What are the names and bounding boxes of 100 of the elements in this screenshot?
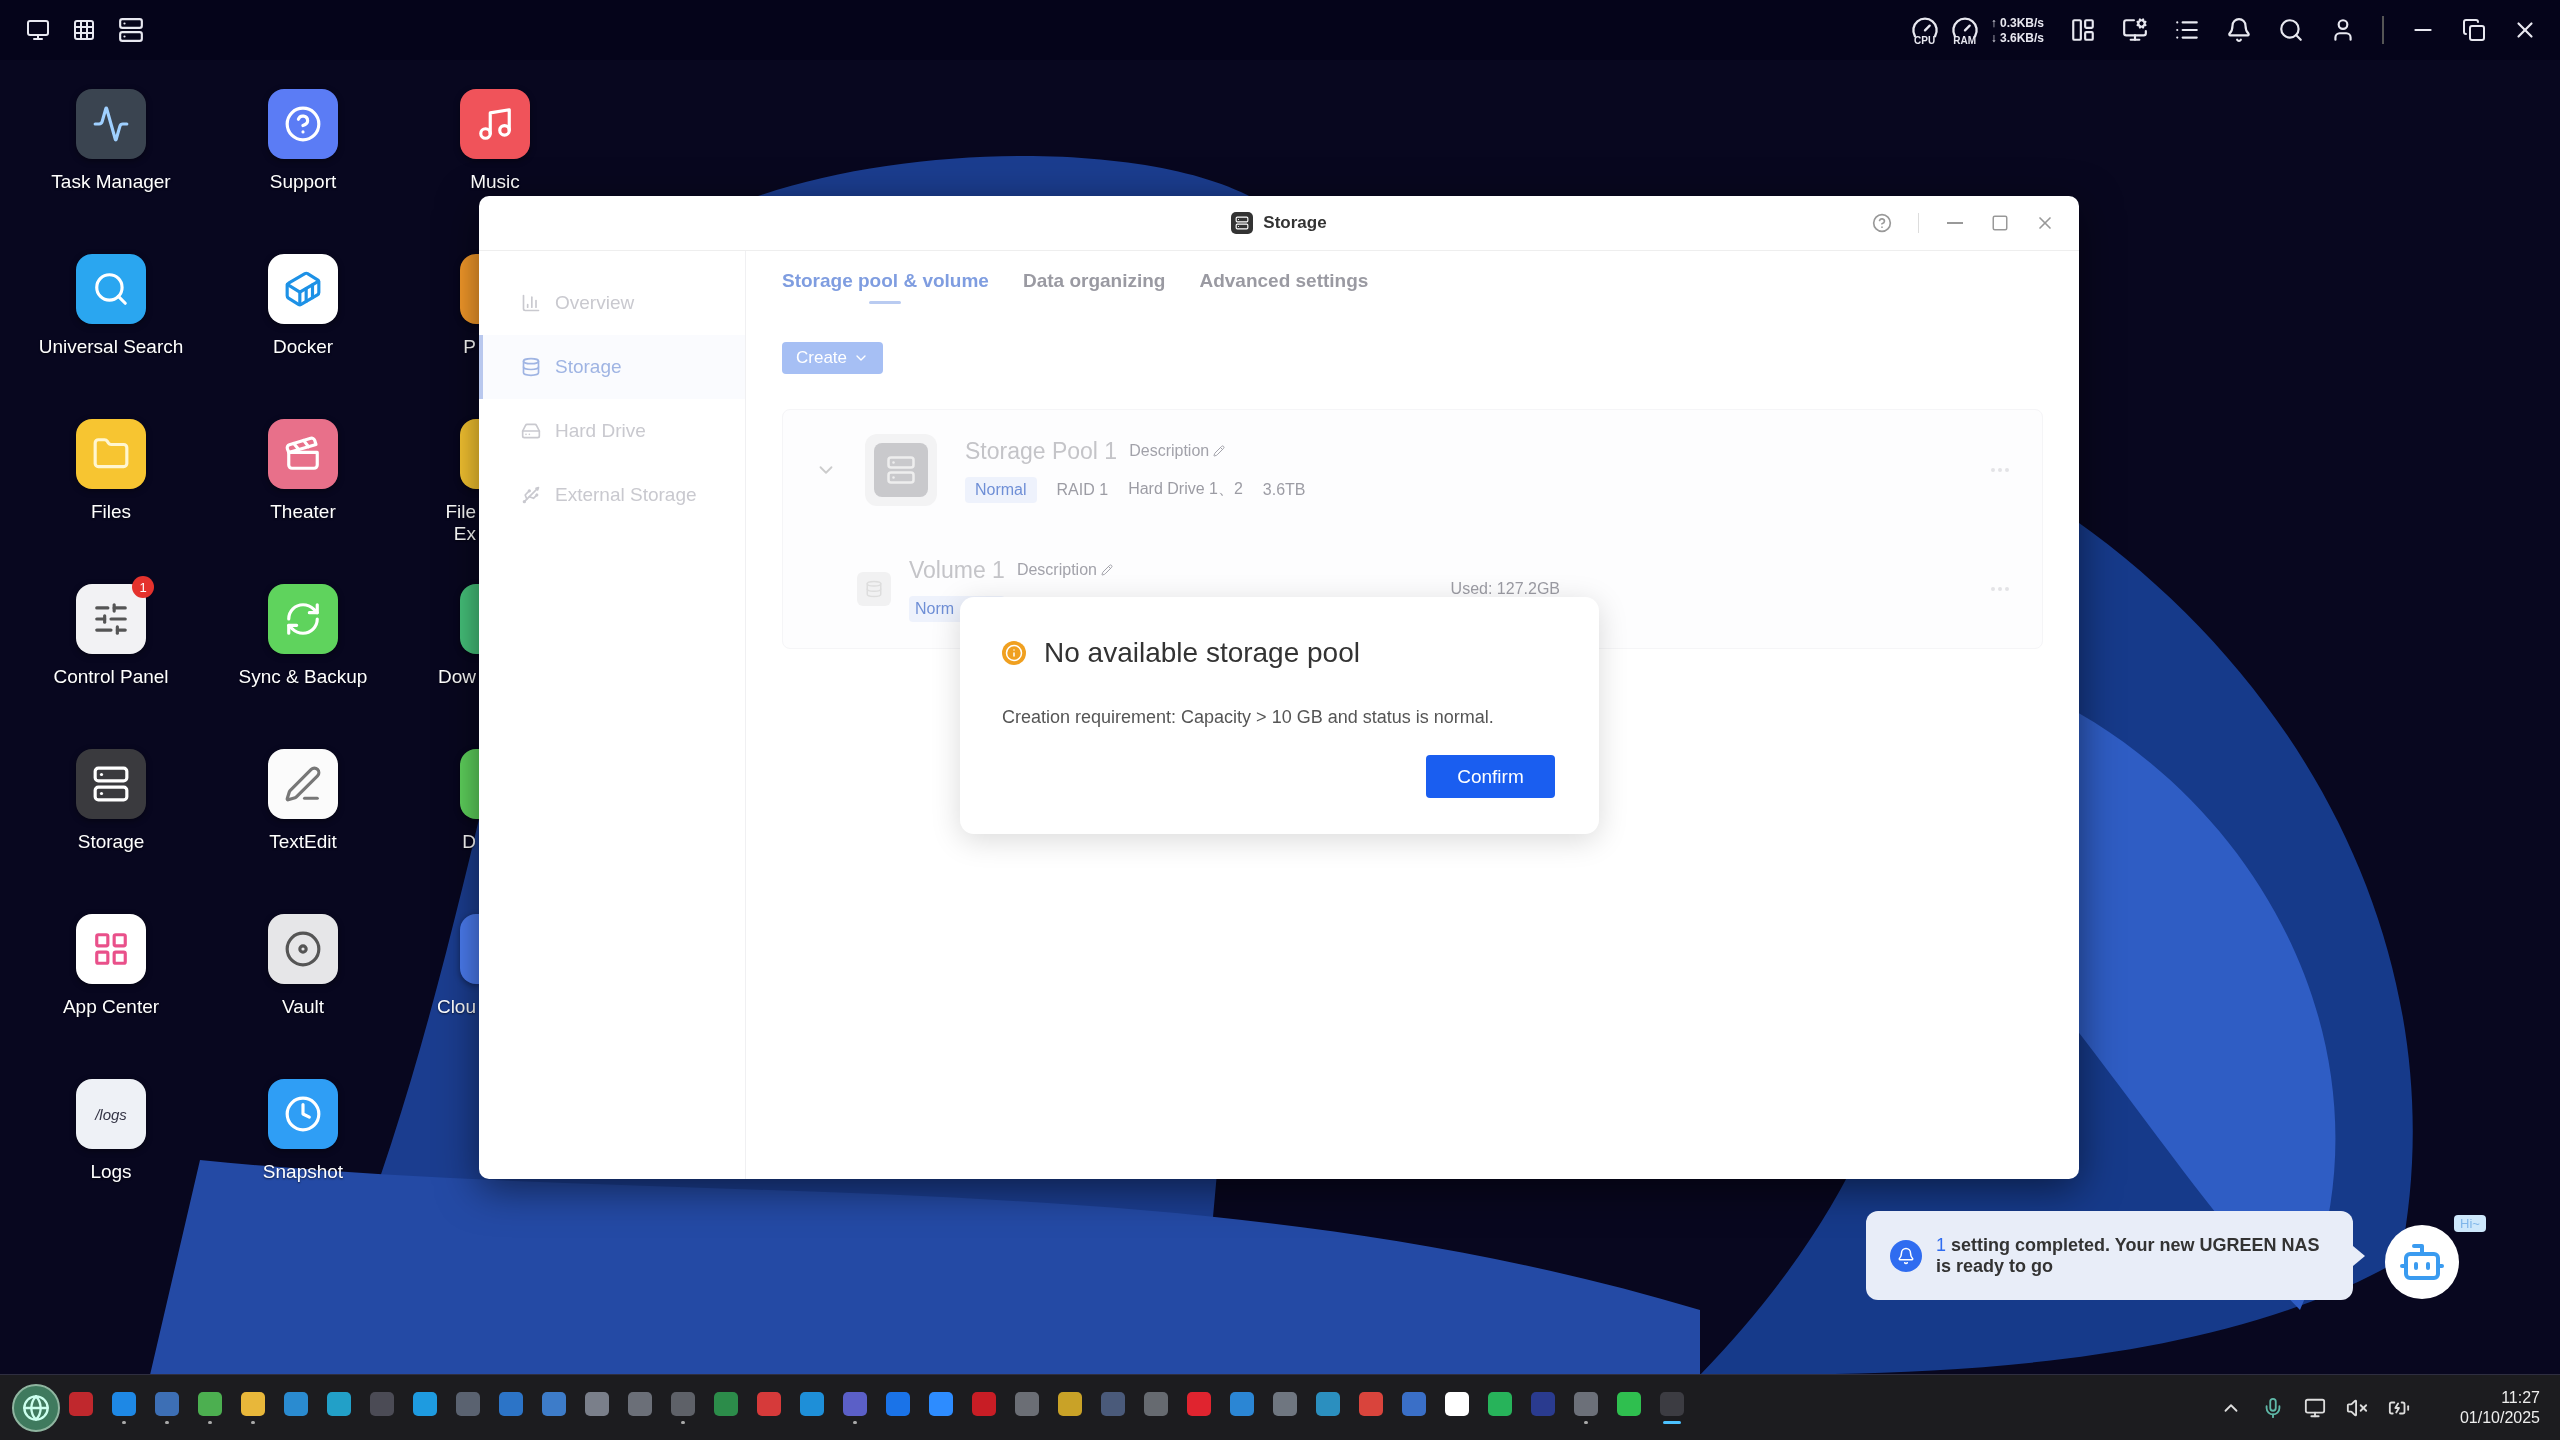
confirm-button[interactable]: Confirm — [1426, 755, 1555, 798]
desktop-icon-label[interactable]: Sync & Backup — [238, 666, 368, 688]
database-icon — [521, 357, 541, 377]
app-tile[interactable] — [460, 914, 479, 984]
sidebar-label: Storage — [555, 356, 622, 378]
app-tile[interactable] — [268, 749, 338, 819]
search-icon[interactable] — [2278, 17, 2304, 43]
desktop-icon-label[interactable]: Universal Search — [38, 336, 184, 358]
info-icon — [1002, 641, 1026, 665]
sync-icon — [284, 600, 322, 638]
raid-level: RAID 1 — [1056, 480, 1109, 499]
used-space: Used: 127.2GB — [1450, 580, 1560, 598]
monitor-icon[interactable] — [2122, 17, 2148, 43]
app-tile[interactable] — [460, 749, 479, 819]
pencil-icon — [1213, 445, 1226, 457]
app-tile[interactable] — [460, 89, 530, 159]
volume-name: Volume 1 — [909, 556, 1005, 584]
app-tile[interactable] — [460, 419, 479, 489]
app-grid-icon[interactable] — [72, 18, 96, 42]
app-tile[interactable] — [268, 1079, 338, 1149]
desktop-icon-label[interactable]: App Center — [62, 996, 160, 1018]
clock-date[interactable]: 01/10/2025 — [2459, 1408, 2540, 1427]
app-tile[interactable] — [268, 419, 338, 489]
server-icon[interactable] — [118, 17, 144, 43]
bell-icon[interactable] — [2226, 17, 2252, 43]
desktop-icon-label[interactable]: Theater — [270, 501, 336, 523]
app-tile[interactable] — [76, 914, 146, 984]
app-tile[interactable] — [460, 584, 479, 654]
app-tile[interactable]: /logs — [76, 1079, 146, 1149]
globe-icon — [22, 1393, 50, 1422]
cpu-label: CPU — [1914, 36, 1936, 46]
app-tile[interactable] — [76, 89, 146, 159]
app-tile[interactable] — [76, 254, 146, 324]
desktop-icon-label[interactable]: Storage — [77, 831, 145, 853]
network-icon[interactable] — [2303, 1396, 2326, 1419]
desktop-icon-label[interactable]: Support — [269, 171, 337, 193]
capacity: 3.6TB — [1262, 480, 1306, 499]
maximize-icon — [1991, 214, 2009, 232]
server-icon — [92, 765, 130, 803]
pencil-icon — [1100, 564, 1113, 576]
desktop-icon-label[interactable]: P — [431, 336, 476, 358]
drive-list: Hard Drive 1、2 — [1128, 479, 1243, 500]
desktop-icon-label[interactable]: File Ex — [431, 501, 476, 545]
app-tile[interactable] — [76, 749, 146, 819]
notification-bubble[interactable]: 1 setting completed. Your new UGREEN NAS is ready to go — [1866, 1211, 2353, 1300]
app-tile[interactable] — [268, 89, 338, 159]
desktop-icon-label[interactable]: Task Manager — [51, 171, 171, 193]
pen-icon — [284, 765, 322, 803]
music-note-icon — [476, 105, 514, 143]
chart-icon — [521, 293, 541, 313]
status-tag: Normal — [965, 476, 1037, 503]
desktop-icon-label[interactable]: Docker — [272, 336, 334, 358]
hard-drive-icon — [521, 421, 541, 441]
start-button[interactable] — [12, 1383, 60, 1432]
notification-text: 1 setting completed. Your new UGREEN NAS is ready to go — [1936, 1234, 2321, 1277]
tile-text: /logs — [95, 1105, 127, 1123]
maximize-button[interactable] — [1991, 214, 2009, 232]
desktop-icon-label[interactable]: Logs — [90, 1161, 132, 1183]
clock-time[interactable]: 11:27 — [2501, 1388, 2540, 1407]
desktop-icon-label[interactable]: Control Panel — [53, 666, 169, 688]
help-button[interactable] — [1872, 213, 1892, 233]
search-icon — [92, 270, 130, 308]
app-tile[interactable] — [268, 254, 338, 324]
server-icon — [865, 434, 937, 506]
greeting-bubble: Hi~ — [2454, 1215, 2486, 1232]
dialog-title: No available storage pool — [1044, 637, 1360, 669]
usb-icon — [521, 485, 541, 505]
desktop-icon-label[interactable]: TextEdit — [269, 831, 337, 853]
app-tile[interactable] — [460, 254, 479, 324]
app-tile[interactable] — [76, 584, 146, 654]
sliders-icon — [92, 600, 130, 638]
desktop-icon-label[interactable]: Vault — [282, 996, 324, 1018]
clapperboard-icon — [284, 435, 322, 473]
layout-icon[interactable] — [2070, 17, 2096, 43]
desktop-icon[interactable] — [26, 18, 50, 42]
bubble-tail — [2353, 1246, 2365, 1266]
app-tile[interactable] — [268, 914, 338, 984]
window-title: Storage — [1263, 213, 1327, 233]
app-tile[interactable] — [76, 419, 146, 489]
desktop-icon-label[interactable]: Music — [470, 171, 520, 193]
help-icon — [284, 105, 322, 143]
server-icon — [1231, 212, 1254, 234]
desktop-icon-label[interactable]: Dow — [431, 666, 476, 688]
restore-icon[interactable] — [2462, 18, 2486, 42]
desktop-icon-label[interactable]: D — [431, 831, 476, 853]
help-icon — [1872, 213, 1892, 233]
download-speed: ↓ 3.6KB/s — [1990, 30, 2044, 45]
upload-speed: ↑ 0.3KB/s — [1990, 15, 2044, 30]
bell-icon — [1890, 1239, 1922, 1272]
volume-icon — [857, 572, 891, 606]
clock-icon — [284, 1095, 322, 1133]
dialog-message: Creation requirement: Capacity > 10 GB and status is normal. — [1002, 707, 1495, 728]
desktop-icon-label[interactable]: Clou — [431, 996, 476, 1018]
container-icon — [284, 270, 322, 308]
grid-icon — [92, 930, 130, 968]
app-tile[interactable] — [268, 584, 338, 654]
minimize-icon — [1947, 222, 1963, 224]
desktop-icon-label[interactable]: Files — [90, 501, 132, 523]
ram-label: RAM — [1953, 36, 1977, 46]
chart-icon — [92, 105, 130, 143]
